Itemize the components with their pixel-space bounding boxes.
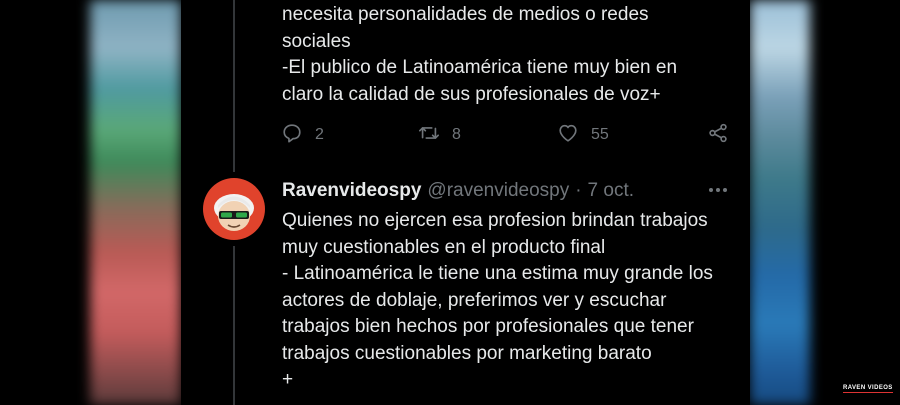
display-name[interactable]: Ravenvideospy [282, 180, 421, 202]
reply-icon [281, 122, 303, 149]
reply-button[interactable]: 2 [281, 120, 324, 150]
reply-count: 2 [315, 126, 324, 143]
thread-line-bottom [233, 246, 235, 405]
reply-header: Ravenvideospy @ravenvideospy · 7 oct. [282, 178, 634, 204]
blurred-background-right [750, 0, 810, 405]
retweet-count: 8 [452, 126, 461, 143]
share-icon [707, 122, 729, 149]
blurred-background-left [90, 0, 181, 405]
like-button[interactable]: 55 [557, 120, 609, 150]
reply-text: Quienes no ejercen esa profesion brindan… [282, 210, 713, 390]
more-icon [706, 178, 730, 207]
more-button[interactable] [706, 180, 730, 204]
tweet-feed: necesita personalidades de medios o rede… [181, 0, 750, 405]
separator-dot: · [575, 180, 582, 201]
tweet-timestamp[interactable]: 7 oct. [588, 180, 634, 202]
user-handle[interactable]: @ravenvideospy [427, 180, 569, 202]
tweet-actions: 2 8 55 [281, 120, 731, 150]
retweet-icon [418, 122, 440, 149]
heart-icon [557, 122, 579, 149]
retweet-button[interactable]: 8 [418, 120, 461, 150]
channel-watermark: RAVEN VIDEOS [843, 385, 893, 393]
share-button[interactable] [707, 120, 729, 150]
avatar[interactable] [203, 178, 265, 240]
tweet-text: necesita personalidades de medios o rede… [282, 4, 678, 105]
thread-line-top [233, 0, 235, 172]
like-count: 55 [591, 126, 609, 143]
